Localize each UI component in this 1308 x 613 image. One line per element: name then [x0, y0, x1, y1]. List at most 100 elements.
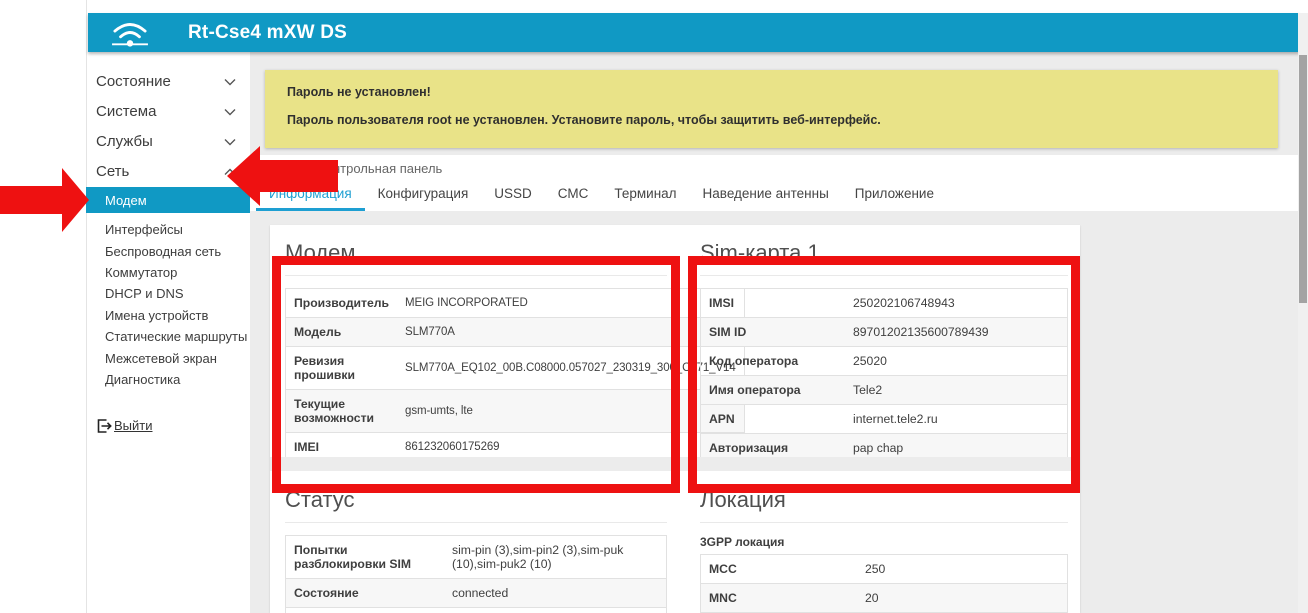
row-value: gsm-umts, lte — [397, 390, 744, 433]
row-value: 20 — [857, 584, 1068, 613]
table-row: MNC20 — [701, 584, 1068, 613]
tab-antenna[interactable]: Наведение антенны — [690, 180, 842, 211]
row-label: IMSI — [701, 289, 846, 318]
row-value: 28 °C — [444, 608, 667, 613]
table-row: Текущие возможностиgsm-umts, lte — [286, 390, 745, 433]
tab-informatsiya[interactable]: Информация — [256, 180, 365, 211]
section-location: Локация 3GPP локация MCC250 MNC20 LAC (d… — [700, 487, 1068, 613]
row-value: Tele2 — [845, 376, 1068, 405]
location-table: MCC250 MNC20 LAC (dec / hex)0 / 0000 — [700, 554, 1068, 613]
annotation-arrow-modem-icon — [0, 160, 92, 240]
row-label: Код оператора — [701, 347, 846, 376]
logout-link[interactable]: Выйти — [97, 418, 153, 433]
sidebar-group-sostoyanie[interactable]: Состояние — [86, 66, 250, 96]
row-label: Текущие возможности — [286, 390, 398, 433]
chevron-down-icon — [224, 133, 236, 150]
sidebar-item-interfaces[interactable]: Интерфейсы — [105, 219, 255, 240]
section-modem: Модем ПроизводительMEIG INCORPORATED Мод… — [285, 240, 667, 462]
sidebar-group-sluzhby[interactable]: Службы — [86, 126, 250, 156]
table-row: МодельSLM770A — [286, 318, 745, 347]
row-value: SLM770A_EQ102_00B.C08000.057027_230319_3… — [397, 347, 744, 390]
sidebar-item-diagnostics[interactable]: Диагностика — [105, 369, 255, 390]
row-value: connected — [444, 579, 667, 608]
row-label: Модель — [286, 318, 398, 347]
modem-table: ПроизводительMEIG INCORPORATED МодельSLM… — [285, 288, 745, 462]
sidebar-group-label: Состояние — [96, 73, 171, 90]
logout-label: Выйти — [114, 418, 153, 433]
sim-table: IMSI250202106748943 SIM ID89701202135600… — [700, 288, 1068, 463]
tab-band: нтрольная панель Информация Конфигурация… — [250, 155, 1298, 211]
sidebar-item-label: Межсетевой экран — [105, 351, 217, 366]
section-divider — [285, 522, 667, 523]
row-value: sim-pin (3),sim-pin2 (3),sim-puk (10),si… — [444, 536, 667, 579]
logout-icon — [97, 419, 112, 433]
sidebar-item-switch[interactable]: Коммутатор — [105, 262, 255, 283]
tab-terminal[interactable]: Терминал — [601, 180, 689, 211]
table-row: Температура28 °C — [286, 608, 667, 613]
table-row: Состояниеconnected — [286, 579, 667, 608]
row-label: MCC — [701, 555, 858, 584]
sidebar-item-dhcp-dns[interactable]: DHCP и DNS — [105, 283, 255, 304]
section-status: Статус Попытки разблокировки SIMsim-pin … — [285, 487, 667, 613]
section-title: Локация — [700, 487, 1068, 513]
section-divider — [700, 522, 1068, 523]
sidebar-item-label: Интерфейсы — [105, 222, 183, 237]
row-label: Температура — [286, 608, 445, 613]
sidebar-item-static-routes[interactable]: Статические маршруты — [105, 326, 255, 347]
sidebar-item-wireless[interactable]: Беспроводная сеть — [105, 240, 255, 261]
row-label: Попытки разблокировки SIM — [286, 536, 445, 579]
sidebar-item-firewall[interactable]: Межсетевой экран — [105, 347, 255, 368]
tab-prilozhenie[interactable]: Приложение — [842, 180, 947, 211]
status-table: Попытки разблокировки SIMsim-pin (3),sim… — [285, 535, 667, 613]
content-card: Модем ПроизводительMEIG INCORPORATED Мод… — [270, 225, 1080, 613]
row-value: 250202106748943 — [845, 289, 1068, 318]
location-subheading: 3GPP локация — [700, 535, 1068, 549]
chevron-up-icon — [224, 163, 236, 180]
row-label: Производитель — [286, 289, 398, 318]
page: Rt-Cse4 mXW DS Состояние Система Службы … — [0, 0, 1308, 613]
tab-konfiguratsiya[interactable]: Конфигурация — [365, 180, 482, 211]
row-value: SLM770A — [397, 318, 744, 347]
sidebar-group-label: Службы — [96, 133, 153, 150]
wifi-logo-icon — [104, 16, 156, 50]
chevron-down-icon — [224, 73, 236, 90]
row-value: 89701202135600789439 — [845, 318, 1068, 347]
tab-sms[interactable]: СМС — [545, 180, 602, 211]
sidebar-group-sistema[interactable]: Система — [86, 96, 250, 126]
section-spacer — [270, 457, 1080, 471]
scrollbar-thumb[interactable] — [1299, 55, 1307, 303]
section-title: Модем — [285, 240, 667, 266]
table-row: APNinternet.tele2.ru — [701, 405, 1068, 434]
row-label: SIM ID — [701, 318, 846, 347]
sidebar-group-label: Система — [96, 103, 156, 120]
table-row: IMSI250202106748943 — [701, 289, 1068, 318]
warning-message: Пароль пользователя root не установлен. … — [287, 113, 1256, 127]
row-label: Состояние — [286, 579, 445, 608]
sidebar-group-set[interactable]: Сеть — [86, 156, 250, 186]
row-label: MNC — [701, 584, 858, 613]
sidebar-item-label: DHCP и DNS — [105, 286, 184, 301]
sidebar-item-label: Диагностика — [105, 372, 180, 387]
sidebar: Состояние Система Службы Сеть — [86, 66, 250, 186]
tab-ussd[interactable]: USSD — [481, 180, 545, 211]
section-divider — [700, 275, 1068, 276]
table-row: SIM ID89701202135600789439 — [701, 318, 1068, 347]
section-title: Sim-карта 1 — [700, 240, 1068, 266]
sidebar-subnav: Интерфейсы Беспроводная сеть Коммутатор … — [105, 219, 255, 390]
table-row: MCC250 — [701, 555, 1068, 584]
row-value: MEIG INCORPORATED — [397, 289, 744, 318]
warning-title: Пароль не установлен! — [287, 85, 1256, 99]
sidebar-item-modem[interactable]: Модем — [86, 187, 250, 213]
table-row: Имя оператораTele2 — [701, 376, 1068, 405]
section-divider — [285, 275, 667, 276]
chevron-down-icon — [224, 103, 236, 120]
breadcrumb: нтрольная панель — [333, 161, 442, 176]
sidebar-item-label: Беспроводная сеть — [105, 244, 221, 259]
section-sim-card-1: Sim-карта 1 IMSI250202106748943 SIM ID89… — [700, 240, 1068, 463]
scrollbar-track — [1298, 13, 1308, 613]
row-value: internet.tele2.ru — [845, 405, 1068, 434]
tab-bar: Информация Конфигурация USSD СМС Термина… — [256, 180, 947, 211]
sidebar-item-hostnames[interactable]: Имена устройств — [105, 305, 255, 326]
sidebar-item-label: Имена устройств — [105, 308, 208, 323]
row-label: APN — [701, 405, 846, 434]
